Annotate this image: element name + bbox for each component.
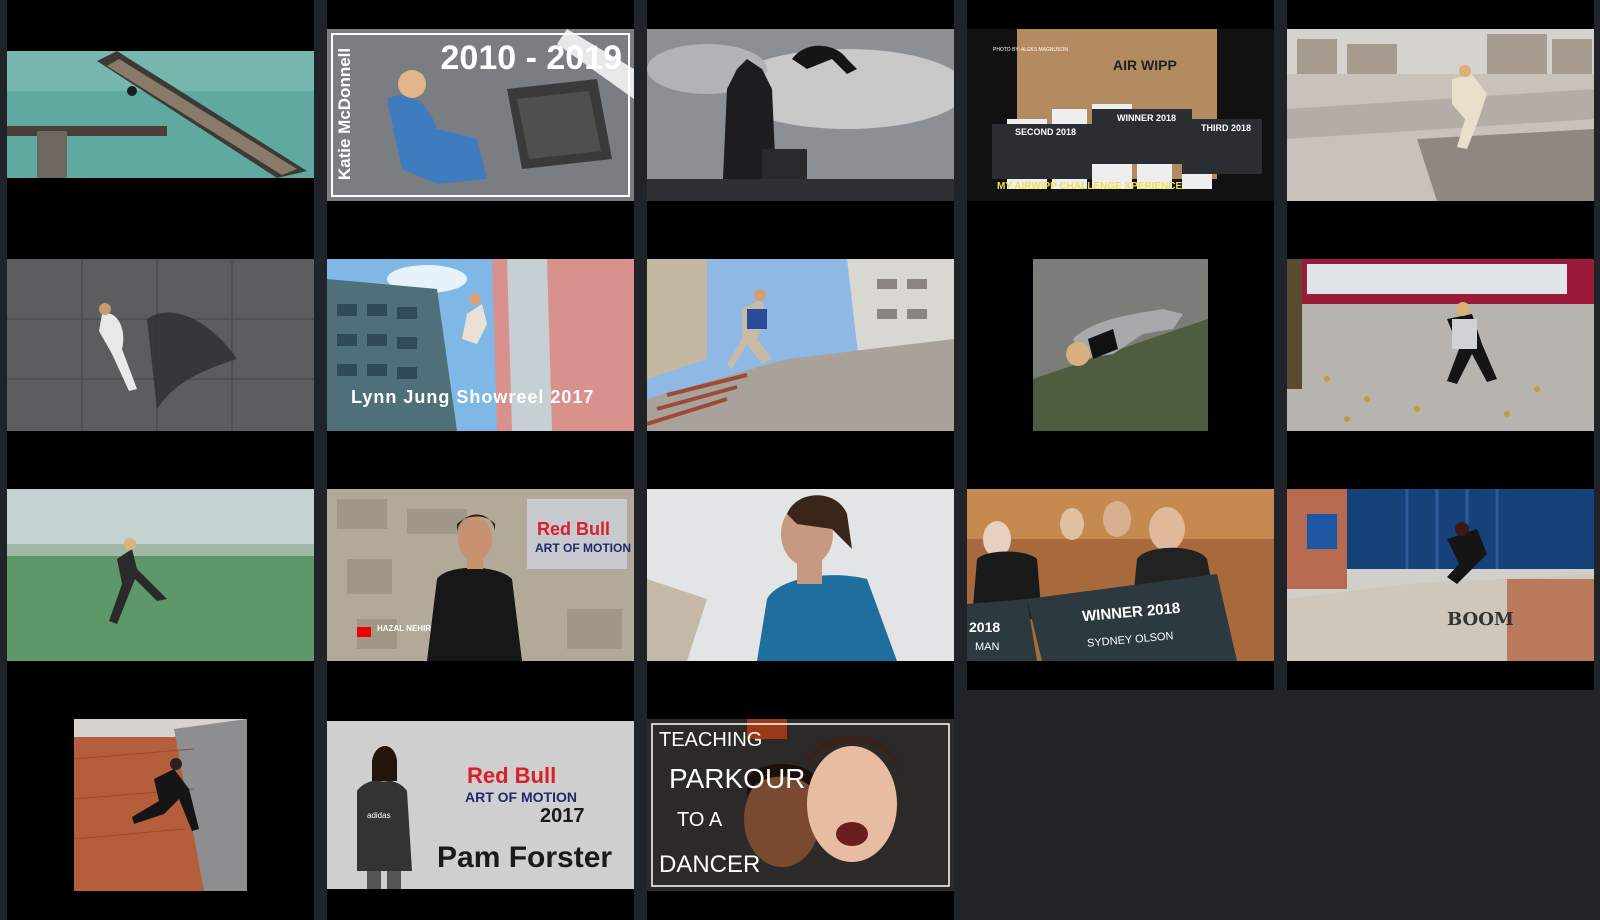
grid-column-1 (7, 0, 314, 920)
video-thumbnail-15[interactable]: BOOM (1287, 489, 1594, 661)
stair-run-image (647, 259, 954, 431)
video-thumbnail-18[interactable]: TEACHING PARKOUR TO A DANCER (647, 719, 954, 891)
crane-over-sea-image (7, 51, 314, 178)
graffiti-wall-vault-image (1287, 489, 1594, 661)
video-thumbnail-6[interactable] (7, 259, 314, 431)
video-thumbnail-1[interactable] (7, 51, 314, 178)
grid-column-5: BOOM (1287, 0, 1594, 690)
video-thumbnail-9[interactable] (1033, 259, 1208, 431)
video-thumbnail-11[interactable] (7, 489, 314, 661)
video-thumbnail-2[interactable]: 2010 - 2019 Katie McDonnell (327, 29, 634, 201)
rooftop-runner-image (7, 489, 314, 661)
video-thumbnail-13[interactable] (647, 489, 954, 661)
grid-column-2: 2010 - 2019 Katie McDonnell Lynn Jung Sh… (327, 0, 634, 920)
grid-column-3: TEACHING PARKOUR TO A DANCER (647, 0, 954, 920)
grid-column-4: AIR WIPP PHOTO BY: ALEKS MAGNUSON SECOND… (967, 0, 1274, 690)
video-thumbnail-5[interactable] (1287, 29, 1594, 201)
video-thumbnail-12[interactable]: Red Bull ART OF MOTION HAZAL NEHIR (327, 489, 634, 661)
video-thumbnail-8[interactable] (647, 259, 954, 431)
video-thumbnail-7[interactable]: Lynn Jung Showreel 2017 (327, 259, 634, 431)
building-jump-image (327, 259, 634, 431)
stone-wall-portrait-image (327, 489, 634, 661)
sitting-athlete-image (327, 29, 634, 201)
video-thumbnail-4[interactable]: AIR WIPP PHOTO BY: ALEKS MAGNUSON SECOND… (967, 29, 1274, 201)
athlete-closeup-image (647, 489, 954, 661)
athlete-wall-image (327, 721, 634, 889)
dancer-on-tiles-image (7, 259, 314, 431)
video-grid: 2010 - 2019 Katie McDonnell Lynn Jung Sh… (0, 0, 1600, 920)
fallen-athlete-image (1033, 259, 1208, 431)
video-thumbnail-10[interactable] (1287, 259, 1594, 431)
awards-stage-image (967, 29, 1274, 201)
backflip-tower-image (647, 29, 954, 201)
video-thumbnail-16[interactable] (74, 719, 247, 891)
video-thumbnail-14[interactable]: WINNER 2018 2018 SYDNEY OLSON MAN (967, 489, 1274, 661)
autumn-plaza-image (1287, 259, 1594, 431)
wall-jump-image (74, 719, 247, 891)
winner-celebration-image (967, 489, 1274, 661)
video-thumbnail-3[interactable] (647, 29, 954, 201)
two-faces-image (647, 719, 954, 891)
skatepark-image (1287, 29, 1594, 201)
video-thumbnail-17[interactable]: Red Bull ART OF MOTION 2017 Pam Forster … (327, 721, 634, 889)
